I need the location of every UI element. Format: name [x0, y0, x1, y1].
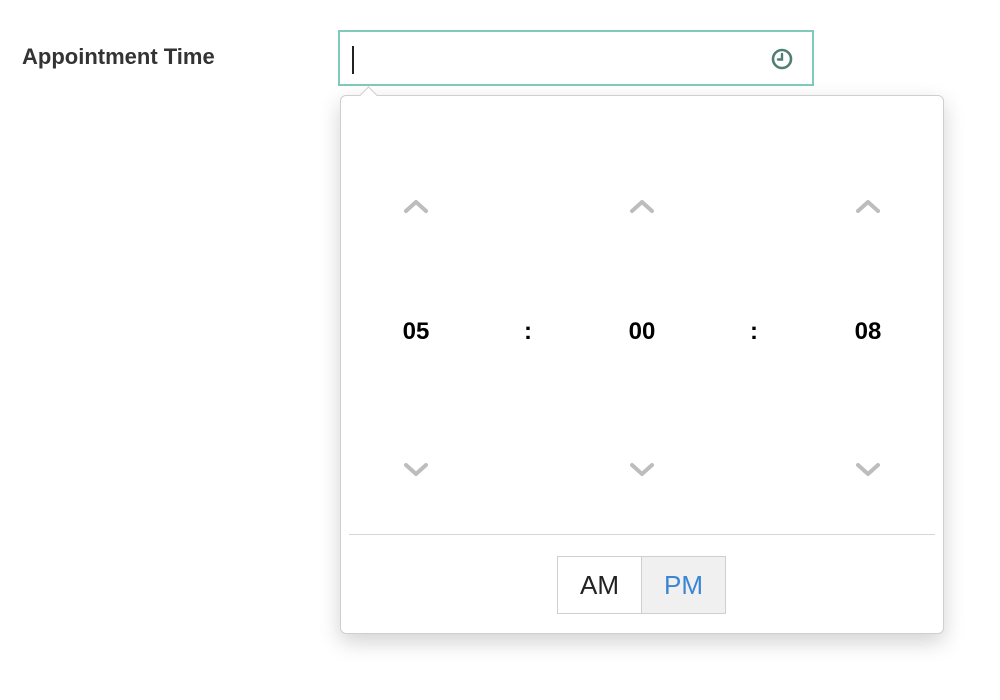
chevron-up-icon[interactable] [853, 196, 883, 216]
popup-arrow [359, 86, 378, 105]
seconds-value[interactable]: 08 [828, 318, 908, 346]
time-separator: : [750, 318, 758, 345]
time-separator: : [524, 318, 532, 345]
period-toggle: AM PM [557, 556, 726, 614]
chevron-down-icon[interactable] [627, 460, 657, 480]
appointment-time-label: Appointment Time [22, 44, 215, 69]
picker-divider [349, 534, 935, 535]
chevron-down-icon[interactable] [853, 460, 883, 480]
chevron-down-icon[interactable] [401, 460, 431, 480]
am-button[interactable]: AM [558, 557, 641, 613]
minutes-value[interactable]: 00 [602, 318, 682, 346]
pm-button[interactable]: PM [641, 557, 725, 613]
text-caret [352, 46, 354, 74]
time-picker-popup: 05 : 00 : 08 AM PM [340, 86, 944, 634]
appointment-time-input[interactable] [338, 30, 814, 86]
hours-column: 05 [376, 96, 456, 526]
clock-icon[interactable] [770, 47, 794, 71]
chevron-up-icon[interactable] [627, 196, 657, 216]
chevron-up-icon[interactable] [401, 196, 431, 216]
seconds-column: 08 [828, 96, 908, 526]
hours-value[interactable]: 05 [376, 318, 456, 346]
minutes-column: 00 [602, 96, 682, 526]
